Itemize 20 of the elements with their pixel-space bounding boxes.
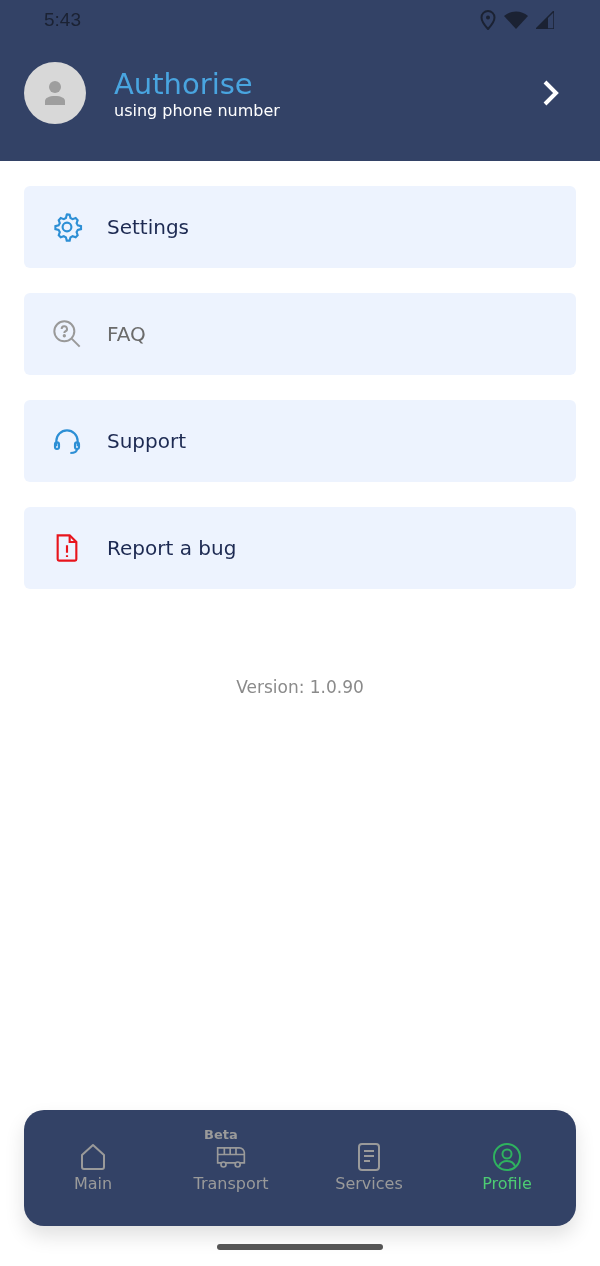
authorise-title[interactable]: Authorise	[114, 66, 514, 101]
menu-item[interactable]: Support	[24, 400, 576, 482]
home-icon	[78, 1142, 108, 1172]
signal-icon	[536, 11, 554, 29]
nav-tab[interactable]: Beta Transport	[162, 1110, 300, 1226]
menu-item[interactable]: Settings	[24, 186, 576, 268]
nav-tab[interactable]: Services	[300, 1110, 438, 1226]
nav-tab[interactable]: Main	[24, 1110, 162, 1226]
wifi-icon	[504, 11, 528, 29]
nav-tab[interactable]: Profile	[438, 1110, 576, 1226]
question-search-icon	[51, 318, 83, 350]
gear-icon	[51, 211, 83, 243]
beta-label: Beta	[204, 1127, 238, 1142]
chevron-right-icon[interactable]	[542, 79, 560, 107]
authorise-subtitle: using phone number	[114, 100, 281, 120]
menu-item[interactable]: Report a bug	[24, 507, 576, 589]
location-icon	[480, 10, 496, 30]
profile-icon	[492, 1142, 522, 1172]
version-text: Version: 1.0.90	[236, 677, 364, 697]
person-icon	[44, 80, 66, 106]
